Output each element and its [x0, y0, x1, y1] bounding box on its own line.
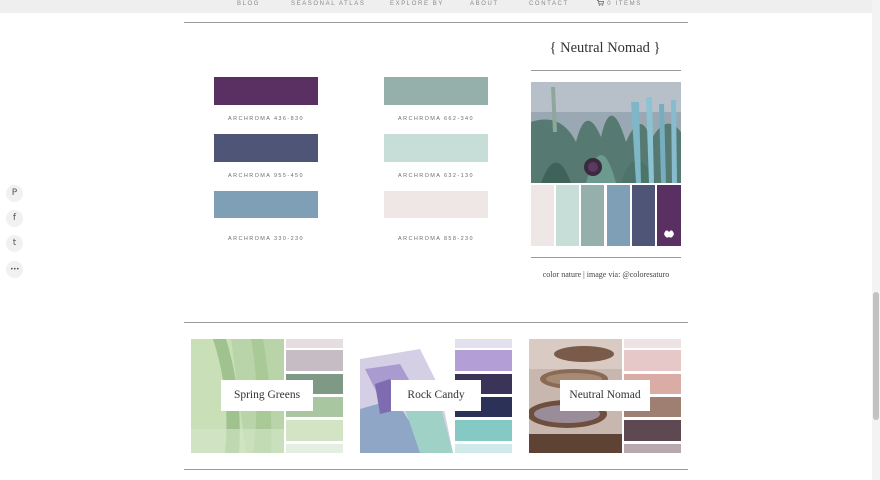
swatch-label: ARCHROMA 662-340 — [398, 116, 474, 122]
succulent-photo[interactable] — [531, 82, 681, 183]
palette-credit-divider — [531, 257, 681, 258]
twitter-icon[interactable]: t — [6, 235, 23, 252]
swatch-block — [286, 420, 343, 441]
swatch-label: ARCHROMA 955-450 — [228, 173, 304, 179]
swatch-662-340 — [384, 77, 488, 105]
nav-about[interactable]: ABOUT — [470, 0, 499, 8]
succulent-illustration — [531, 82, 681, 183]
cart-icon — [597, 0, 605, 6]
swatch-436-830 — [214, 77, 318, 105]
swatch-block — [455, 420, 512, 441]
related-card-title[interactable]: Spring Greens — [221, 380, 313, 411]
swatch-block — [286, 350, 343, 371]
related-divider — [184, 322, 688, 323]
swatch-block — [624, 420, 681, 441]
swatch-block — [624, 339, 681, 348]
palette-strip-4 — [607, 185, 630, 246]
design-seeds-logo-icon — [664, 230, 674, 238]
swatch-block — [455, 350, 512, 371]
swatch-label: ARCHROMA 436-830 — [228, 116, 304, 122]
palette-strip-1 — [531, 185, 554, 246]
swatch-label: ARCHROMA 632-130 — [398, 173, 474, 179]
palette-strip-6 — [657, 185, 681, 246]
nav-contact[interactable]: CONTACT — [529, 0, 569, 8]
palette-strip-5 — [632, 185, 655, 246]
swatch-block — [455, 444, 512, 453]
swatch-label: ARCHROMA 858-230 — [398, 236, 474, 242]
nav-seasonal-atlas[interactable]: SEASONAL ATLAS — [291, 0, 365, 8]
pinterest-icon[interactable]: P — [6, 185, 23, 202]
nav-explore-by[interactable]: EXPLORE BY — [390, 0, 444, 8]
swatch-label: ARCHROMA 330-230 — [228, 236, 304, 242]
palette-title: { Neutral Nomad } — [549, 40, 661, 56]
page: BLOG SEASONAL ATLAS EXPLORE BY ABOUT CON… — [0, 0, 872, 480]
palette-title-divider — [531, 70, 681, 71]
top-nav: BLOG SEASONAL ATLAS EXPLORE BY ABOUT CON… — [0, 0, 872, 13]
swatch-block — [286, 444, 343, 453]
related-card-spring-greens[interactable]: Spring Greens — [191, 339, 343, 453]
related-card-title[interactable]: Neutral Nomad — [560, 380, 650, 411]
nav-blog[interactable]: BLOG — [237, 0, 260, 8]
swatch-block — [624, 350, 681, 371]
related-card-neutral-nomad[interactable]: Neutral Nomad — [529, 339, 681, 453]
swatch-858-230 — [384, 191, 488, 218]
bottom-divider — [184, 469, 688, 470]
related-card-rock-candy[interactable]: Rock Candy — [360, 339, 512, 453]
swatch-block — [286, 339, 343, 348]
scrollbar-thumb[interactable] — [873, 292, 879, 420]
palette-strip-2 — [556, 185, 579, 246]
swatch-955-450 — [214, 134, 318, 162]
cart-label: 0 ITEMS — [607, 1, 642, 7]
palette-credit: color nature | image via: @coloresaturo — [542, 270, 670, 279]
top-divider — [184, 22, 688, 23]
more-icon[interactable]: ••• — [6, 261, 23, 278]
swatch-block — [624, 444, 681, 453]
swatch-632-130 — [384, 134, 488, 162]
related-card-title[interactable]: Rock Candy — [391, 380, 481, 411]
palette-strip-3 — [581, 185, 604, 246]
swatch-330-230 — [214, 191, 318, 218]
nav-cart[interactable]: 0 ITEMS — [597, 0, 642, 8]
swatch-block — [455, 339, 512, 348]
facebook-icon[interactable]: f — [6, 210, 23, 227]
